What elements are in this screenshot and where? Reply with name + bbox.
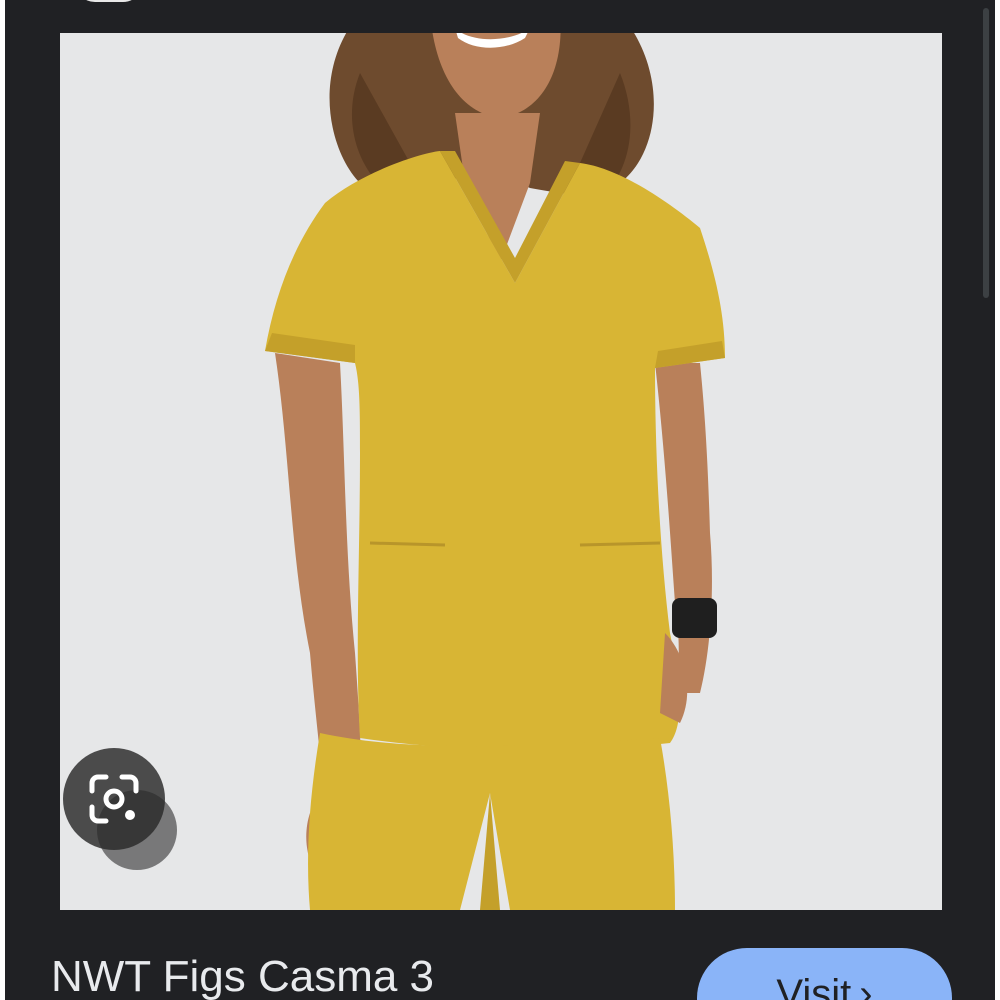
product-image[interactable]: [60, 33, 942, 910]
google-lens-button[interactable]: [63, 748, 165, 850]
product-title[interactable]: NWT Figs Casma 3: [51, 952, 434, 1000]
chevron-right-icon: ›: [859, 972, 873, 1000]
image-viewer: NWT Figs Casma 3 Visit ›: [5, 0, 995, 1000]
google-lens-icon: [89, 774, 139, 824]
visit-button[interactable]: Visit ›: [697, 948, 952, 1000]
scrollbar[interactable]: [983, 8, 989, 298]
product-photo: [60, 33, 942, 910]
visit-label: Visit: [776, 972, 852, 1000]
avatar[interactable]: [75, 0, 143, 2]
